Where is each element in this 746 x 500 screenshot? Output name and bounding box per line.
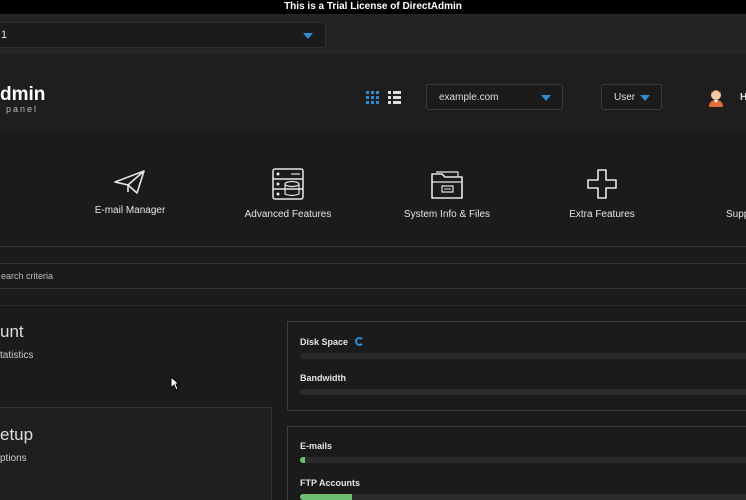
nav-item-support[interactable]: Supp	[722, 168, 746, 220]
setup-options-link[interactable]: ptions	[0, 453, 27, 464]
nav-label: ger	[0, 216, 20, 227]
bandwidth-bar	[300, 389, 746, 395]
nav-item-advanced-features[interactable]: Advanced Features	[240, 168, 336, 220]
paper-plane-icon	[114, 170, 145, 194]
nav-label: System Info & Files	[403, 209, 491, 220]
avatar[interactable]	[707, 87, 725, 107]
ftp-accounts-bar	[300, 494, 746, 500]
emails-fill	[300, 457, 305, 463]
support-icon	[725, 168, 746, 200]
header: dmin panel example.com User H	[0, 54, 746, 130]
user-greeting[interactable]: H	[740, 92, 746, 103]
nav-item-extra-features[interactable]: Extra Features	[562, 168, 642, 220]
nav-item-email-manager[interactable]: E-mail Manager	[90, 168, 170, 216]
nav-label: Supp	[726, 209, 746, 220]
disk-space-label: Disk Space	[300, 337, 349, 347]
domain-select-value: example.com	[439, 92, 499, 103]
account-section-title: unt	[0, 322, 24, 341]
plus-icon	[587, 169, 617, 199]
resource-usage-panel: Disk Space Bandwidth	[287, 321, 746, 411]
mouse-cursor-icon	[170, 376, 180, 391]
grid-view-icon[interactable]	[366, 91, 379, 104]
section-divider	[0, 305, 746, 306]
category-nav: ger E-mail Manager Advanced Features	[0, 130, 746, 247]
account-usage-panel: E-mails FTP Accounts	[287, 426, 746, 500]
emails-label: E-mails	[300, 441, 333, 451]
list-view-icon[interactable]	[388, 91, 401, 104]
chevron-down-icon	[303, 33, 313, 39]
ftp-accounts-label: FTP Accounts	[300, 478, 361, 488]
disk-space-bar	[300, 353, 746, 359]
bandwidth-label: Bandwidth	[300, 373, 346, 383]
logo-subtitle: panel	[6, 104, 39, 114]
logo[interactable]: dmin	[0, 84, 45, 106]
role-select[interactable]: User	[601, 84, 662, 110]
chevron-down-icon	[541, 95, 551, 101]
nav-item-account-manager[interactable]: ger	[0, 216, 20, 227]
nav-item-system-info-files[interactable]: System Info & Files	[398, 168, 496, 220]
setup-section-title: etup	[0, 425, 34, 444]
account-statistics-link[interactable]: tatistics	[0, 350, 33, 361]
search-placeholder: earch criteria	[1, 271, 54, 281]
setup-panel	[0, 407, 272, 500]
nav-label: Advanced Features	[244, 209, 332, 220]
ftp-accounts-fill	[300, 494, 352, 500]
server-bar: 1	[0, 14, 746, 54]
emails-bar	[300, 457, 746, 463]
loading-spinner-icon	[355, 337, 364, 346]
nav-label: Extra Features	[569, 209, 635, 220]
chevron-down-icon	[640, 95, 650, 101]
server-select-value: 1	[1, 29, 8, 41]
role-select-value: User	[614, 92, 636, 103]
server-select[interactable]: 1	[0, 22, 326, 48]
trial-notice: This is a Trial License of DirectAdmin	[0, 0, 746, 14]
search-input[interactable]: earch criteria	[0, 263, 746, 289]
folder-icon	[431, 171, 463, 199]
directadmin-page: This is a Trial License of DirectAdmin 1…	[0, 0, 746, 500]
server-stack-icon	[272, 168, 304, 200]
nav-label: E-mail Manager	[94, 205, 166, 216]
domain-select[interactable]: example.com	[426, 84, 563, 110]
